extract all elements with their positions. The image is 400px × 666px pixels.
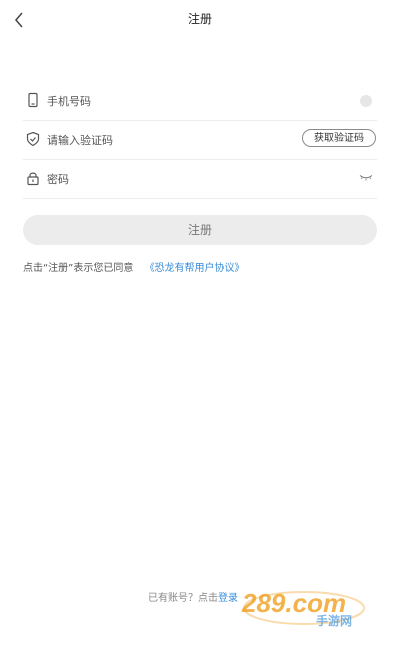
code-input[interactable] xyxy=(47,128,297,152)
register-form: 获取验证码 xyxy=(23,82,377,199)
phone-icon xyxy=(28,92,38,108)
clear-icon[interactable] xyxy=(360,95,372,107)
register-button[interactable]: 注册 xyxy=(23,215,377,245)
login-prompt: 已有账号？点击登录 xyxy=(148,589,238,604)
agreement-prefix: 点击“注册”表示您已同意 xyxy=(23,263,134,274)
agreement-text: 点击“注册”表示您已同意 《恐龙有帮用户协议》 xyxy=(23,259,245,274)
code-row: 获取验证码 xyxy=(23,121,377,160)
password-row xyxy=(23,160,377,199)
get-code-button[interactable]: 获取验证码 xyxy=(302,129,376,147)
phone-input[interactable] xyxy=(47,89,297,113)
login-prompt-text: 已有账号？点击 xyxy=(148,593,218,604)
header: 注册 xyxy=(0,0,400,40)
login-link[interactable]: 登录 xyxy=(218,593,238,604)
watermark-subtext: 手游网 xyxy=(316,613,352,628)
phone-row xyxy=(23,82,377,121)
eye-closed-icon[interactable] xyxy=(359,174,373,182)
user-agreement-link[interactable]: 《恐龙有帮用户协议》 xyxy=(145,263,245,274)
password-input[interactable] xyxy=(47,167,297,191)
shield-check-icon xyxy=(26,131,40,147)
lock-icon xyxy=(27,172,39,186)
watermark-logo: 289.com 手游网 xyxy=(241,588,365,628)
page-title: 注册 xyxy=(187,12,212,26)
